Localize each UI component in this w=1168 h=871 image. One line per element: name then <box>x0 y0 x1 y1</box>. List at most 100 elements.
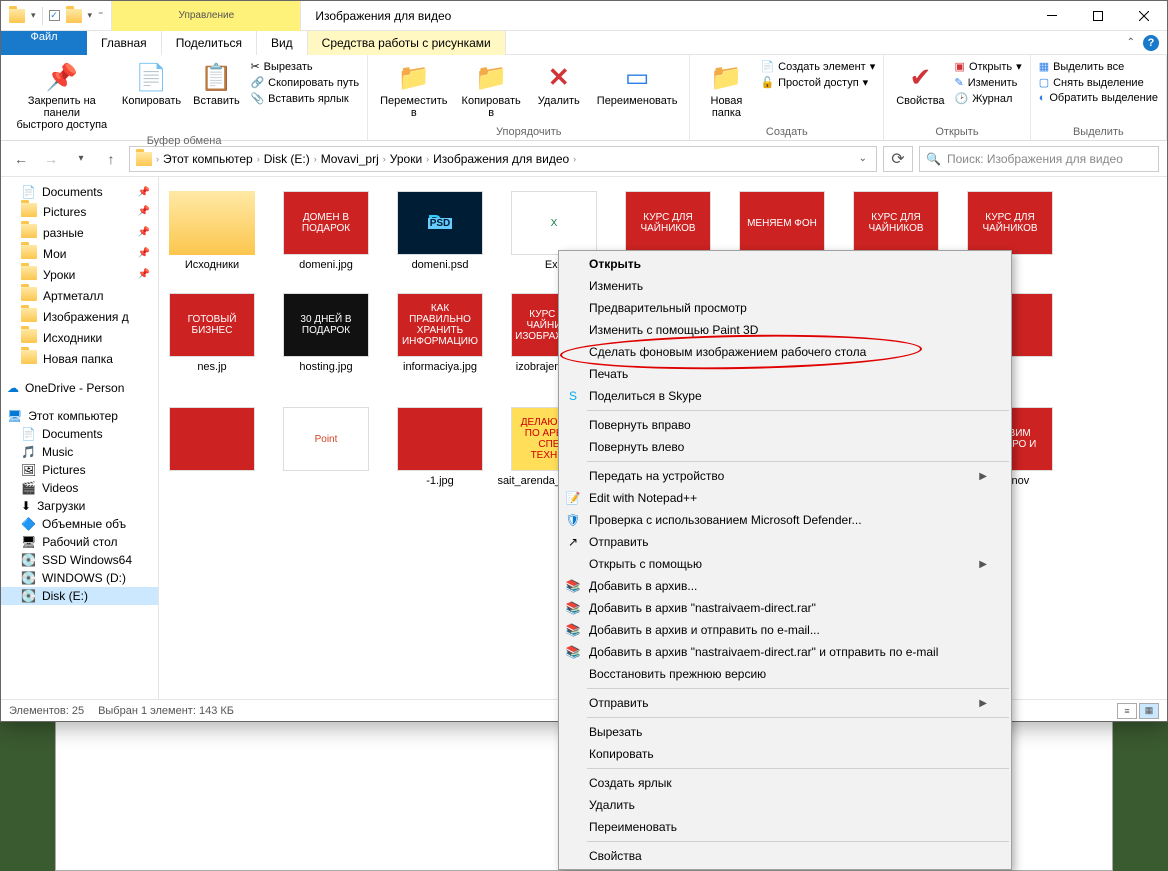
context-menu-item[interactable]: 📚Добавить в архив "nastraivaem-direct.ra… <box>559 597 1011 619</box>
maximize-button[interactable] <box>1075 1 1121 31</box>
context-menu-item[interactable]: Свойства <box>559 845 1011 867</box>
copy-to-button[interactable]: 📁Копировать в <box>458 59 525 121</box>
context-menu-item[interactable]: Предварительный просмотр <box>559 297 1011 319</box>
context-menu-item[interactable]: SПоделиться в Skype <box>559 385 1011 407</box>
navigation-pane[interactable]: 📄Documents📌Pictures📌разные📌Мои📌Уроки📌Арт… <box>1 177 159 699</box>
context-menu-item[interactable]: 📚Добавить в архив и отправить по e-mail.… <box>559 619 1011 641</box>
sidebar-item[interactable]: Pictures📌 <box>1 201 158 222</box>
move-to-button[interactable]: 📁Переместить в <box>376 59 451 121</box>
sidebar-item[interactable]: 🎬Videos <box>1 479 158 497</box>
sidebar-item[interactable]: 💽Disk (E:) <box>1 587 158 605</box>
qat-dropdown-icon[interactable]: ▾ <box>31 10 36 21</box>
back-button[interactable]: ← <box>9 147 33 171</box>
breadcrumb-segment[interactable]: Уроки <box>390 152 422 166</box>
copy-path-button[interactable]: 🔗Скопировать путь <box>250 75 359 90</box>
context-menu-item[interactable]: Печать <box>559 363 1011 385</box>
chevron-right-icon[interactable]: › <box>156 154 159 164</box>
qat-dropdown-icon[interactable]: ▾ <box>88 10 93 21</box>
paste-button[interactable]: 📋 Вставить <box>188 59 244 109</box>
file-item[interactable]: КАК ПРАВИЛЬНО ХРАНИТЬ ИНФОРМАЦИЮinformac… <box>397 293 483 385</box>
context-menu-item[interactable]: Открыть с помощью▶ <box>559 553 1011 575</box>
breadcrumb-segment[interactable]: Этот компьютер <box>163 152 253 166</box>
context-menu-item[interactable]: ↗Отправить <box>559 531 1011 553</box>
help-icon[interactable]: ? <box>1143 35 1159 51</box>
forward-button[interactable]: → <box>39 147 63 171</box>
sidebar-item[interactable]: Исходники <box>1 327 158 348</box>
sidebar-item[interactable]: Уроки📌 <box>1 264 158 285</box>
icons-view-button[interactable]: ▦ <box>1139 703 1159 719</box>
up-button[interactable]: ↑ <box>99 147 123 171</box>
context-menu-item[interactable]: Удалить <box>559 794 1011 816</box>
chevron-right-icon[interactable]: › <box>573 154 576 164</box>
paste-shortcut-button[interactable]: 📎Вставить ярлык <box>250 91 359 106</box>
context-menu-item[interactable]: 📚Добавить в архив... <box>559 575 1011 597</box>
chevron-right-icon[interactable]: › <box>314 154 317 164</box>
context-menu-item[interactable]: Повернуть влево <box>559 436 1011 458</box>
refresh-button[interactable]: ⟳ <box>883 146 913 172</box>
qat-checkbox-icon[interactable]: ✓ <box>49 10 60 21</box>
file-item[interactable]: 30 ДНЕЙ В ПОДАРОКhosting.jpg <box>283 293 369 385</box>
sidebar-item[interactable]: Изображения д <box>1 306 158 327</box>
context-menu-item[interactable]: Создать ярлык <box>559 772 1011 794</box>
context-menu-item[interactable]: Открыть <box>559 253 1011 275</box>
chevron-right-icon[interactable]: › <box>257 154 260 164</box>
context-menu-item[interactable]: 📚Добавить в архив "nastraivaem-direct.ra… <box>559 641 1011 663</box>
tab-file[interactable]: Файл <box>1 31 87 55</box>
sidebar-item[interactable]: 🎵Music <box>1 443 158 461</box>
sidebar-item[interactable]: 🔷Объемные объ <box>1 515 158 533</box>
recent-locations-button[interactable]: ▾ <box>69 147 93 171</box>
context-menu-item[interactable]: 📝Edit with Notepad++ <box>559 487 1011 509</box>
sidebar-item[interactable]: ☁OneDrive - Person <box>1 379 158 397</box>
chevron-right-icon[interactable]: › <box>383 154 386 164</box>
sidebar-item[interactable]: 💽SSD Windows64 <box>1 551 158 569</box>
select-none-button[interactable]: ▢Снять выделение <box>1039 75 1158 90</box>
context-menu-item[interactable]: Изменить <box>559 275 1011 297</box>
open-button[interactable]: ▣Открыть ▾ <box>955 59 1022 74</box>
history-button[interactable]: 🕑Журнал <box>955 91 1022 106</box>
breadcrumb-segment[interactable]: Disk (E:) <box>264 152 310 166</box>
file-item[interactable]: Исходники <box>169 191 255 271</box>
details-view-button[interactable]: ≡ <box>1117 703 1137 719</box>
search-box[interactable]: 🔍 Поиск: Изображения для видео <box>919 146 1159 172</box>
address-bar[interactable]: › Этот компьютер›Disk (E:)›Movavi_prj›Ур… <box>129 146 877 172</box>
sidebar-item[interactable]: 📄Documents <box>1 425 158 443</box>
tab-share[interactable]: Поделиться <box>162 31 257 55</box>
file-item[interactable]: PSDPsdomeni.psd <box>397 191 483 271</box>
sidebar-item[interactable]: 🖥Рабочий стол <box>1 533 158 551</box>
ribbon-collapse-icon[interactable]: ⌃ <box>1127 37 1135 48</box>
context-menu-item[interactable]: Сделать фоновым изображением рабочего ст… <box>559 341 1011 363</box>
sidebar-item[interactable]: 📄Documents📌 <box>1 183 158 201</box>
close-button[interactable] <box>1121 1 1167 31</box>
sidebar-item[interactable]: разные📌 <box>1 222 158 243</box>
easy-access-button[interactable]: 🔓Простой доступ ▾ <box>760 75 875 90</box>
tab-picture-tools[interactable]: Средства работы с рисунками <box>308 31 506 55</box>
cut-button[interactable]: ✂Вырезать <box>250 59 359 74</box>
rename-button[interactable]: ▭Переименовать <box>593 59 682 109</box>
chevron-right-icon[interactable]: › <box>426 154 429 164</box>
pin-to-quick-access-button[interactable]: 📌 Закрепить на панели быстрого доступа <box>9 59 115 133</box>
context-menu[interactable]: ОткрытьИзменитьПредварительный просмотрИ… <box>558 250 1012 870</box>
file-item[interactable] <box>169 407 255 487</box>
context-menu-item[interactable]: Повернуть вправо <box>559 414 1011 436</box>
context-menu-item[interactable]: Изменить с помощью Paint 3D <box>559 319 1011 341</box>
context-menu-item[interactable]: Передать на устройство▶ <box>559 465 1011 487</box>
sidebar-item[interactable]: Артметалл <box>1 285 158 306</box>
tab-home[interactable]: Главная <box>87 31 162 56</box>
context-menu-item[interactable]: Восстановить прежнюю версию <box>559 663 1011 685</box>
context-menu-item[interactable]: Переименовать <box>559 816 1011 838</box>
properties-button[interactable]: ✔Свойства <box>892 59 948 109</box>
sidebar-item[interactable]: 🖼Pictures <box>1 461 158 479</box>
sidebar-item[interactable]: Мои📌 <box>1 243 158 264</box>
delete-button[interactable]: ✕Удалить <box>531 59 587 109</box>
file-item[interactable]: ГОТОВЫЙ БИЗНЕСnes.jp <box>169 293 255 385</box>
file-item[interactable]: -1.jpg <box>397 407 483 487</box>
invert-selection-button[interactable]: ◐Обратить выделение <box>1039 91 1158 105</box>
context-menu-item[interactable]: 🛡Проверка с использованием Microsoft Def… <box>559 509 1011 531</box>
minimize-button[interactable] <box>1029 1 1075 31</box>
select-all-button[interactable]: ▦Выделить все <box>1039 59 1158 74</box>
sidebar-item[interactable]: ⬇Загрузки <box>1 497 158 515</box>
qat-overflow-icon[interactable]: ⁼ <box>98 10 103 21</box>
copy-button[interactable]: 📄 Копировать <box>121 59 183 109</box>
sidebar-item[interactable]: 💽WINDOWS (D:) <box>1 569 158 587</box>
context-menu-item[interactable]: Вырезать <box>559 721 1011 743</box>
